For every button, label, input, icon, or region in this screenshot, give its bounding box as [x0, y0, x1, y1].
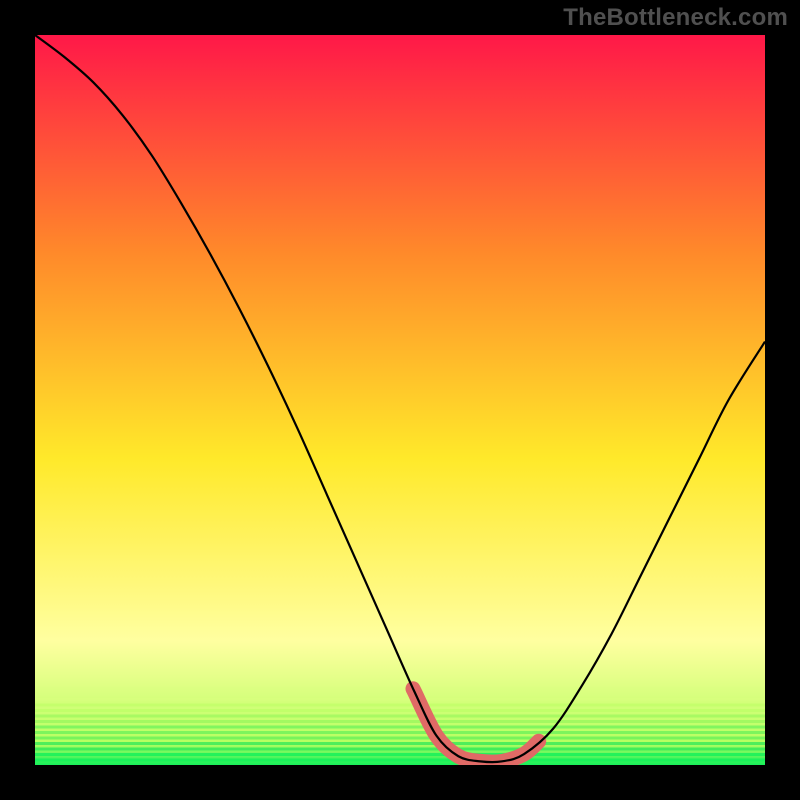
plot-area: [35, 35, 765, 765]
chart-frame: TheBottleneck.com: [0, 0, 800, 800]
chart-svg: [35, 35, 765, 765]
watermark-label: TheBottleneck.com: [563, 4, 788, 32]
